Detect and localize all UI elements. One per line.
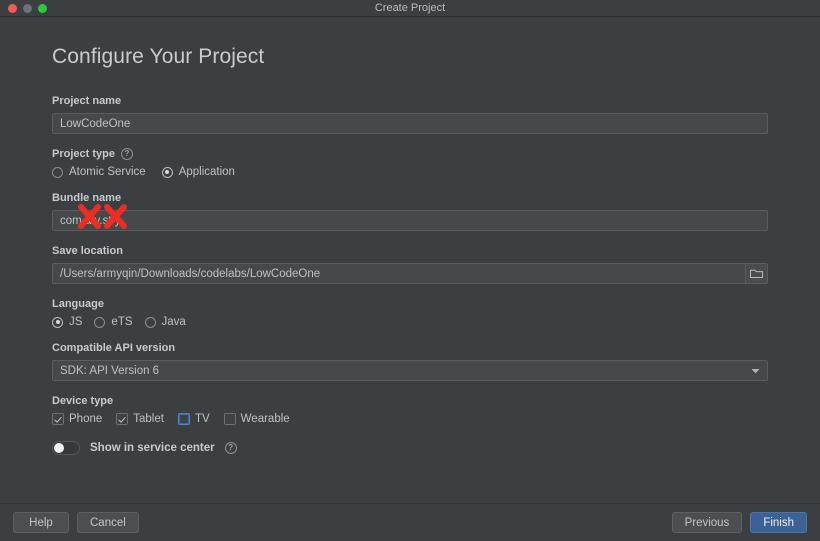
previous-button[interactable]: Previous [671, 512, 743, 533]
checkbox-wearable-label: Wearable [240, 413, 290, 425]
radio-circle-icon [144, 316, 156, 328]
folder-icon [749, 269, 763, 278]
checkbox-checked-icon [52, 413, 64, 425]
radio-language-js-label: JS [69, 316, 83, 328]
finish-button[interactable]: Finish [750, 512, 807, 533]
project-name-group: Project name LowCodeOne [52, 95, 768, 134]
api-version-select[interactable]: SDK: API Version 6 [52, 360, 768, 381]
device-type-checkboxes: Phone Tablet TV Wearable [52, 413, 768, 425]
project-name-label-text: Project name [52, 95, 122, 107]
radio-circle-icon [94, 316, 106, 328]
api-version-value: SDK: API Version 6 [60, 364, 160, 377]
cancel-button[interactable]: Cancel [77, 512, 139, 533]
api-version-group: Compatible API version SDK: API Version … [52, 342, 768, 381]
bundle-name-label: Bundle name [52, 192, 768, 204]
save-location-input[interactable]: /Users/armyqin/Downloads/codelabs/LowCod… [52, 263, 745, 284]
radio-application-label: Application [178, 166, 235, 178]
device-type-group: Device type Phone Tablet TV Wearable [52, 395, 768, 425]
footer-left-buttons: Help Cancel [13, 512, 139, 533]
radio-atomic-service[interactable]: Atomic Service [52, 166, 146, 178]
checkbox-tablet[interactable]: Tablet [116, 413, 164, 425]
close-button[interactable] [8, 3, 17, 13]
project-name-input[interactable]: LowCodeOne [52, 113, 768, 134]
bundle-name-value: com.a y.st y [60, 214, 121, 227]
service-center-toggle[interactable] [52, 441, 80, 455]
zoom-button[interactable] [38, 3, 47, 13]
save-location-label: Save location [52, 245, 768, 257]
service-center-label: Show in service center [90, 442, 215, 454]
project-type-group: Project type ? Atomic Service Applicatio… [52, 148, 768, 178]
checkbox-tv-label: TV [194, 413, 210, 425]
help-button[interactable]: Help [13, 512, 69, 533]
save-location-group: Save location /Users/armyqin/Downloads/c… [52, 245, 768, 284]
project-type-label: Project type ? [52, 148, 768, 160]
checkbox-tablet-label: Tablet [133, 413, 164, 425]
radio-language-ets[interactable]: eTS [94, 316, 133, 328]
service-center-row: Show in service center ? [52, 441, 768, 455]
api-version-label-text: Compatible API version [52, 342, 176, 354]
checkbox-phone[interactable]: Phone [52, 413, 102, 425]
redaction-marks [53, 204, 767, 230]
help-icon[interactable]: ? [120, 148, 133, 160]
device-type-label-text: Device type [52, 395, 114, 407]
radio-language-js[interactable]: JS [52, 316, 82, 328]
project-type-label-text: Project type [52, 148, 115, 160]
window-controls [0, 3, 47, 13]
radio-application[interactable]: Application [161, 166, 235, 178]
minimize-button[interactable] [23, 3, 32, 13]
checkbox-unchecked-icon [177, 413, 190, 425]
footer-right-buttons: Previous Finish [671, 512, 807, 533]
browse-folder-button[interactable] [744, 263, 768, 284]
bundle-name-group: Bundle name com.a y.st y [52, 192, 768, 231]
device-type-label: Device type [52, 395, 768, 407]
language-group: Language JS eTS Java [52, 298, 768, 328]
checkbox-unchecked-icon [223, 413, 236, 425]
toggle-knob [54, 443, 64, 453]
radio-language-java-label: Java [161, 316, 186, 328]
page-title: Configure Your Project [52, 45, 265, 68]
save-location-row: /Users/armyqin/Downloads/codelabs/LowCod… [52, 263, 768, 284]
window-title: Create Project [374, 2, 446, 14]
checkbox-phone-label: Phone [69, 413, 103, 425]
language-label-text: Language [52, 298, 104, 310]
api-version-label: Compatible API version [52, 342, 768, 354]
help-icon[interactable]: ? [224, 442, 237, 454]
project-name-label: Project name [52, 95, 768, 107]
project-type-radios: Atomic Service Application [52, 166, 768, 178]
dialog-content: Configure Your Project Project name LowC… [0, 17, 820, 503]
radio-language-ets-label: eTS [111, 316, 133, 328]
window-titlebar: Create Project [0, 0, 820, 17]
checkbox-checked-icon [116, 413, 129, 425]
dialog-footer: Help Cancel Previous Finish [0, 503, 820, 541]
bundle-name-label-text: Bundle name [52, 192, 122, 204]
radio-language-java[interactable]: Java [144, 316, 186, 328]
checkbox-wearable[interactable]: Wearable [223, 413, 290, 425]
radio-selected-icon [52, 316, 63, 328]
radio-selected-icon [161, 166, 173, 178]
language-radios: JS eTS Java [52, 316, 768, 328]
checkbox-tv[interactable]: TV [177, 413, 210, 425]
save-location-value: /Users/armyqin/Downloads/codelabs/LowCod… [60, 267, 321, 280]
save-location-label-text: Save location [52, 245, 123, 257]
bundle-name-input[interactable]: com.a y.st y [52, 204, 768, 231]
chevron-down-icon[interactable] [743, 360, 767, 381]
project-name-value: LowCodeOne [60, 117, 131, 130]
create-project-dialog: Create Project Configure Your Project Pr… [0, 0, 820, 541]
radio-atomic-service-label: Atomic Service [69, 166, 146, 178]
radio-circle-icon [52, 166, 63, 178]
language-label: Language [52, 298, 768, 310]
